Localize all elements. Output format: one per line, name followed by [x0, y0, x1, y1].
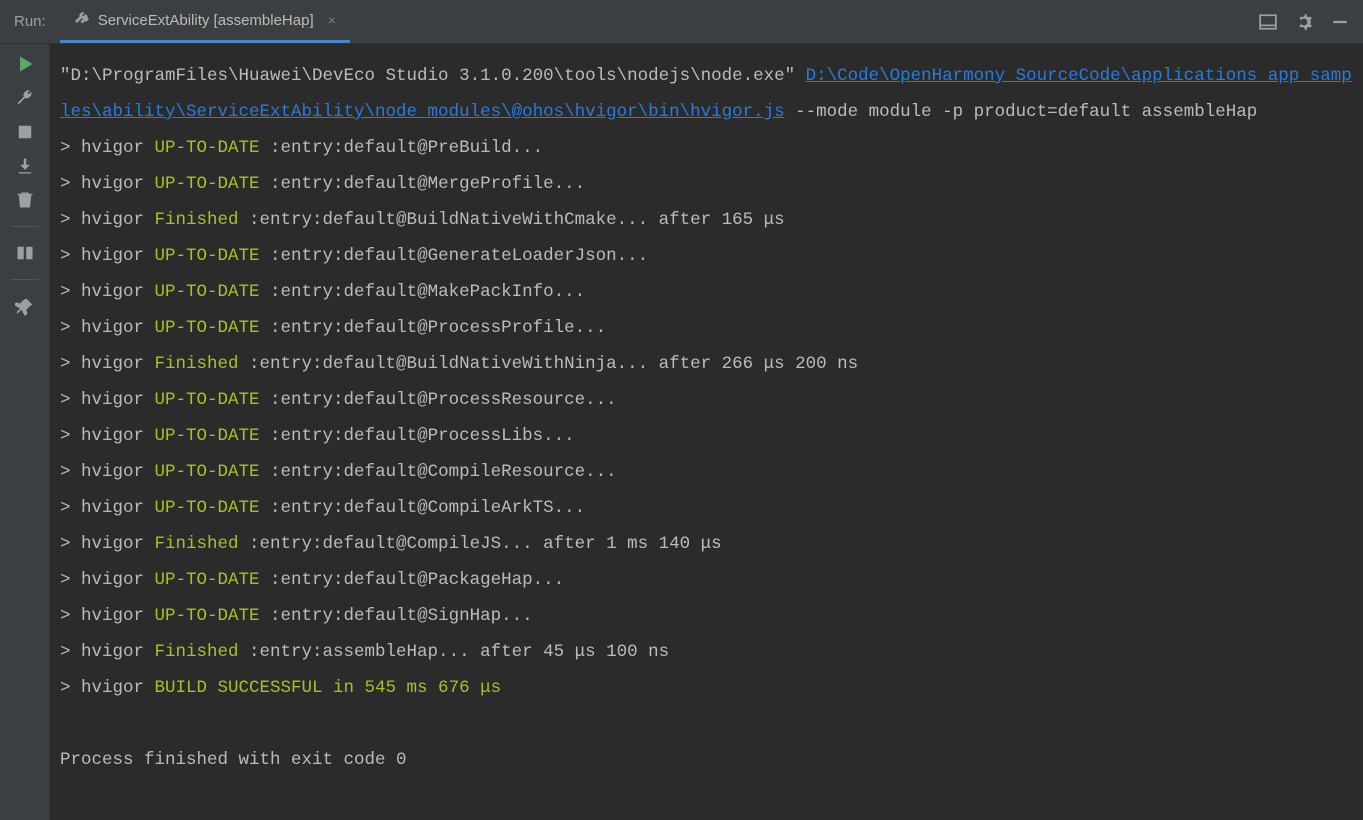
- build-result-line: > hvigor BUILD SUCCESSFUL in 545 ms 676 …: [60, 670, 1353, 706]
- log-line: > hvigor Finished :entry:default@BuildNa…: [60, 202, 1353, 238]
- run-toolbar: [0, 44, 50, 820]
- gear-icon[interactable]: [1295, 13, 1313, 31]
- log-line: > hvigor UP-TO-DATE :entry:default@SignH…: [60, 598, 1353, 634]
- pin-icon[interactable]: [15, 296, 35, 316]
- log-line: > hvigor Finished :entry:assembleHap... …: [60, 634, 1353, 670]
- minimize-icon[interactable]: [1331, 13, 1349, 31]
- toolbar-divider: [11, 279, 39, 280]
- exit-code-line: Process finished with exit code 0: [60, 742, 1353, 778]
- log-line: > hvigor Finished :entry:default@Compile…: [60, 526, 1353, 562]
- layout-icon[interactable]: [1259, 13, 1277, 31]
- log-line: > hvigor UP-TO-DATE :entry:default@Compi…: [60, 490, 1353, 526]
- log-line: > hvigor UP-TO-DATE :entry:default@MakeP…: [60, 274, 1353, 310]
- log-line: > hvigor UP-TO-DATE :entry:default@Gener…: [60, 238, 1353, 274]
- toolbar-divider: [11, 226, 39, 227]
- wrench-icon[interactable]: [15, 88, 35, 108]
- log-line: > hvigor UP-TO-DATE :entry:default@Packa…: [60, 562, 1353, 598]
- tab-label: ServiceExtAbility [assembleHap]: [98, 12, 314, 29]
- run-label: Run:: [0, 13, 60, 30]
- run-icon[interactable]: [15, 54, 35, 74]
- log-line: > hvigor UP-TO-DATE :entry:default@Merge…: [60, 166, 1353, 202]
- header-actions: [1259, 13, 1363, 31]
- stop-icon[interactable]: [15, 122, 35, 142]
- log-line: > hvigor UP-TO-DATE :entry:default@Proce…: [60, 310, 1353, 346]
- layout-split-icon[interactable]: [15, 243, 35, 263]
- run-config-tab[interactable]: ServiceExtAbility [assembleHap] ×: [60, 0, 350, 43]
- run-panel-header: Run: ServiceExtAbility [assembleHap] ×: [0, 0, 1363, 44]
- log-line: > hvigor UP-TO-DATE :entry:default@Proce…: [60, 418, 1353, 454]
- log-line: > hvigor UP-TO-DATE :entry:default@Compi…: [60, 454, 1353, 490]
- log-line: > hvigor Finished :entry:default@BuildNa…: [60, 346, 1353, 382]
- download-log-icon[interactable]: [15, 156, 35, 176]
- command-line: "D:\ProgramFiles\Huawei\DevEco Studio 3.…: [60, 66, 1352, 122]
- trash-icon[interactable]: [15, 190, 35, 210]
- log-line: > hvigor UP-TO-DATE :entry:default@PreBu…: [60, 130, 1353, 166]
- close-tab-icon[interactable]: ×: [328, 12, 336, 28]
- console-output[interactable]: "D:\ProgramFiles\Huawei\DevEco Studio 3.…: [50, 44, 1363, 820]
- build-icon: [74, 12, 90, 28]
- log-line: > hvigor UP-TO-DATE :entry:default@Proce…: [60, 382, 1353, 418]
